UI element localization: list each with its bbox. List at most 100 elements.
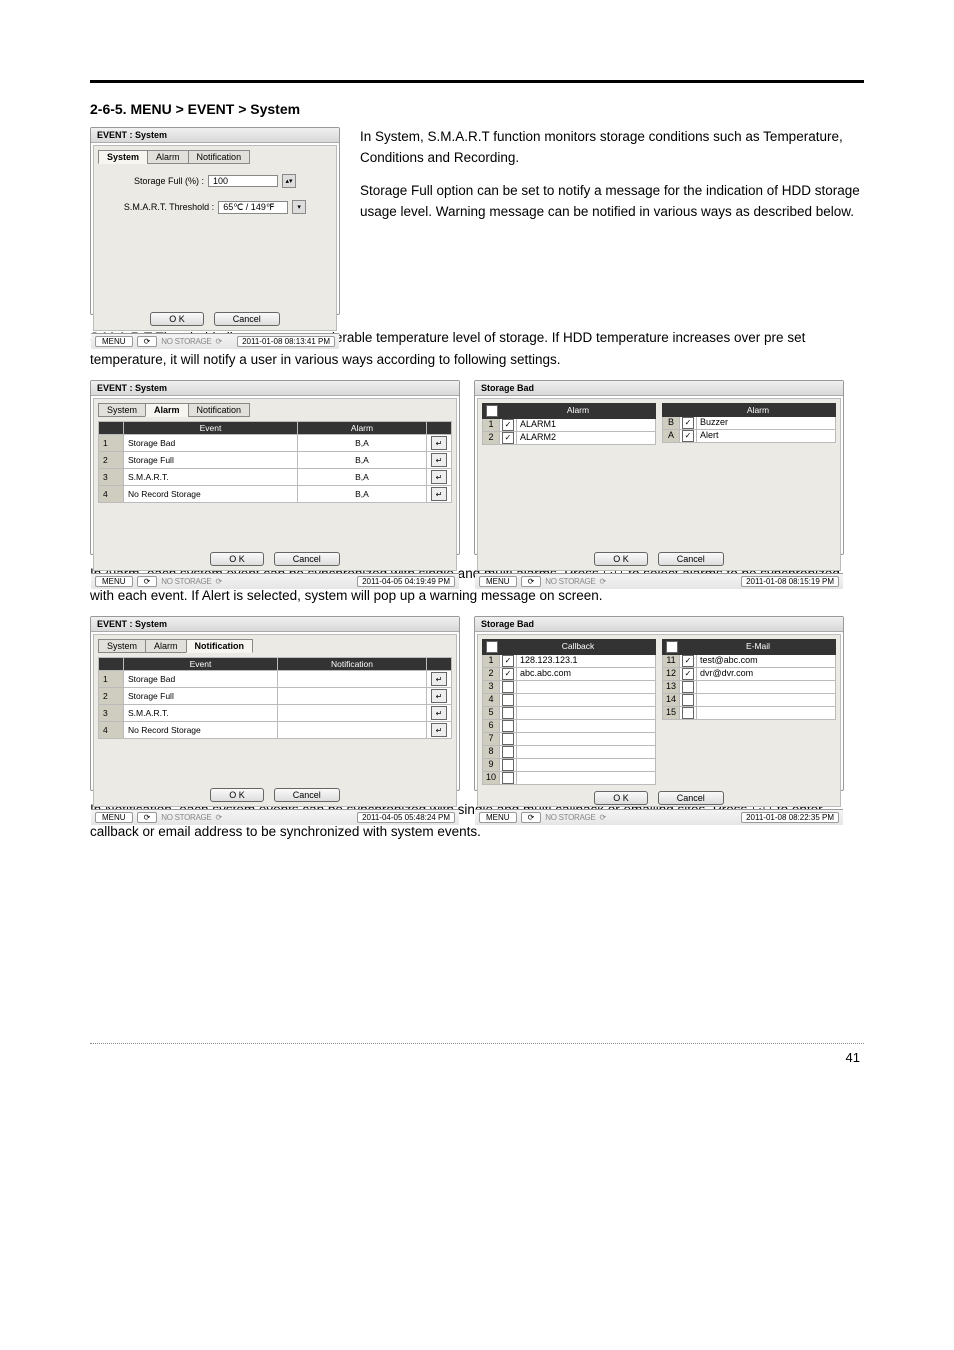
smart-threshold-select[interactable]: 65℃ / 149℉	[218, 201, 288, 214]
ok-button[interactable]: O K	[594, 791, 648, 805]
alarm-row[interactable]: 1ALARM1	[482, 419, 656, 432]
status-timestamp: 2011-01-08 08:15:19 PM	[741, 576, 839, 587]
cancel-button[interactable]: Cancel	[658, 552, 724, 566]
checkbox[interactable]	[502, 720, 514, 732]
menu-button[interactable]: MENU	[479, 576, 517, 587]
screenshot-storage-bad-alarm: Storage Bad Alarm 1ALARM1 2ALARM2 Alarm …	[474, 380, 844, 555]
list-item[interactable]: 4	[482, 694, 656, 707]
enter-button[interactable]: ↵	[431, 487, 447, 501]
list-item[interactable]: 3	[482, 681, 656, 694]
dialog-title: EVENT : System	[97, 130, 167, 140]
enter-button[interactable]: ↵	[431, 470, 447, 484]
checkbox[interactable]	[502, 746, 514, 758]
list-item[interactable]: 10	[482, 772, 656, 785]
menu-button[interactable]: MENU	[95, 812, 133, 823]
list-item[interactable]: 12dvr@dvr.com	[662, 668, 836, 681]
cancel-button[interactable]: Cancel	[274, 788, 340, 802]
screenshot-event-system: EVENT : System System Alarm Notification…	[90, 127, 340, 315]
menu-button[interactable]: MENU	[479, 812, 517, 823]
dialog-title: Storage Bad	[481, 383, 534, 393]
menu-button[interactable]: MENU	[95, 336, 133, 347]
tab-notification[interactable]: Notification	[188, 150, 251, 164]
tab-alarm[interactable]: Alarm	[145, 403, 189, 417]
ok-button[interactable]: O K	[150, 312, 204, 326]
status-timestamp: 2011-04-05 04:19:49 PM	[357, 576, 455, 587]
tab-alarm[interactable]: Alarm	[147, 150, 189, 164]
enter-button[interactable]: ↵	[431, 436, 447, 450]
checkbox[interactable]	[502, 655, 514, 667]
cancel-button[interactable]: Cancel	[214, 312, 280, 326]
alarm-row[interactable]: BBuzzer	[662, 417, 836, 430]
enter-button[interactable]: ↵	[431, 453, 447, 467]
checkbox[interactable]	[682, 655, 694, 667]
checkbox[interactable]	[502, 681, 514, 693]
page-number: 41	[90, 1050, 864, 1065]
tab-system[interactable]: System	[98, 150, 148, 164]
checkbox[interactable]	[682, 694, 694, 706]
tab-system[interactable]: System	[98, 403, 146, 417]
checkbox[interactable]	[502, 668, 514, 680]
status-timestamp: 2011-04-05 05:48:24 PM	[357, 812, 455, 823]
status-no-storage: NO STORAGE	[545, 813, 595, 822]
list-item[interactable]: 9	[482, 759, 656, 772]
alarm-row[interactable]: 2ALARM2	[482, 432, 656, 445]
checkbox[interactable]	[682, 681, 694, 693]
ok-button[interactable]: O K	[210, 788, 264, 802]
list-item[interactable]: 1128.123.123.1	[482, 655, 656, 668]
checkbox[interactable]	[502, 707, 514, 719]
smart-threshold-label: S.M.A.R.T. Threshold :	[124, 202, 214, 212]
tab-system[interactable]: System	[98, 639, 146, 653]
status-no-storage: NO STORAGE	[161, 813, 211, 822]
dialog-title: EVENT : System	[97, 619, 167, 629]
list-item[interactable]: 6	[482, 720, 656, 733]
spin-icon[interactable]: ▴▾	[282, 174, 296, 188]
enter-button[interactable]: ↵	[431, 689, 447, 703]
checkbox[interactable]	[502, 759, 514, 771]
list-item[interactable]: 7	[482, 733, 656, 746]
checkbox[interactable]	[502, 694, 514, 706]
enter-button[interactable]: ↵	[431, 723, 447, 737]
status-no-storage: NO STORAGE	[545, 577, 595, 586]
list-item[interactable]: 14	[662, 694, 836, 707]
dialog-title: EVENT : System	[97, 383, 167, 393]
dropdown-icon[interactable]: ▾	[292, 200, 306, 214]
cycle-icon[interactable]: ⟳	[521, 812, 542, 823]
notification-event-table: EventNotification 1Storage Bad↵ 2Storage…	[98, 657, 452, 739]
list-item[interactable]: 8	[482, 746, 656, 759]
alarm-row[interactable]: AAlert	[662, 430, 836, 443]
ok-button[interactable]: O K	[210, 552, 264, 566]
cycle-icon[interactable]: ⟳	[137, 812, 158, 823]
cycle-icon[interactable]: ⟳	[521, 576, 542, 587]
intro-paragraph-2: Storage Full option can be set to notify…	[360, 181, 864, 223]
list-item[interactable]: 11test@abc.com	[662, 655, 836, 668]
checkbox[interactable]	[682, 668, 694, 680]
enter-button[interactable]: ↵	[431, 672, 447, 686]
storage-full-input[interactable]: 100	[208, 175, 278, 187]
col-header-alarm: Alarm	[501, 405, 655, 417]
checkbox[interactable]	[502, 733, 514, 745]
enter-button[interactable]: ↵	[431, 706, 447, 720]
checkbox[interactable]	[502, 772, 514, 784]
list-item[interactable]: 15	[662, 707, 836, 720]
alarm-event-table: EventAlarm 1Storage BadB,A↵ 2Storage Ful…	[98, 421, 452, 503]
tab-alarm[interactable]: Alarm	[145, 639, 187, 653]
list-item[interactable]: 5	[482, 707, 656, 720]
tab-notification[interactable]: Notification	[186, 639, 254, 653]
cycle-icon[interactable]: ⟳	[137, 576, 158, 587]
col-header-callback: Callback	[501, 641, 655, 653]
menu-button[interactable]: MENU	[95, 576, 133, 587]
intro-paragraph-1: In System, S.M.A.R.T function monitors s…	[360, 127, 864, 169]
screenshot-event-notification: EVENT : System System Alarm Notification…	[90, 616, 460, 791]
list-item[interactable]: 13	[662, 681, 836, 694]
dialog-title: Storage Bad	[481, 619, 534, 629]
col-header-email: E-Mail	[681, 641, 835, 653]
cancel-button[interactable]: Cancel	[274, 552, 340, 566]
checkbox[interactable]	[682, 707, 694, 719]
cancel-button[interactable]: Cancel	[658, 791, 724, 805]
cycle-icon[interactable]: ⟳	[137, 336, 158, 347]
status-timestamp: 2011-01-08 08:13:41 PM	[237, 336, 335, 347]
section-heading: 2-6-5. MENU > EVENT > System	[90, 101, 864, 117]
tab-notification[interactable]: Notification	[188, 403, 251, 417]
list-item[interactable]: 2abc.abc.com	[482, 668, 656, 681]
ok-button[interactable]: O K	[594, 552, 648, 566]
